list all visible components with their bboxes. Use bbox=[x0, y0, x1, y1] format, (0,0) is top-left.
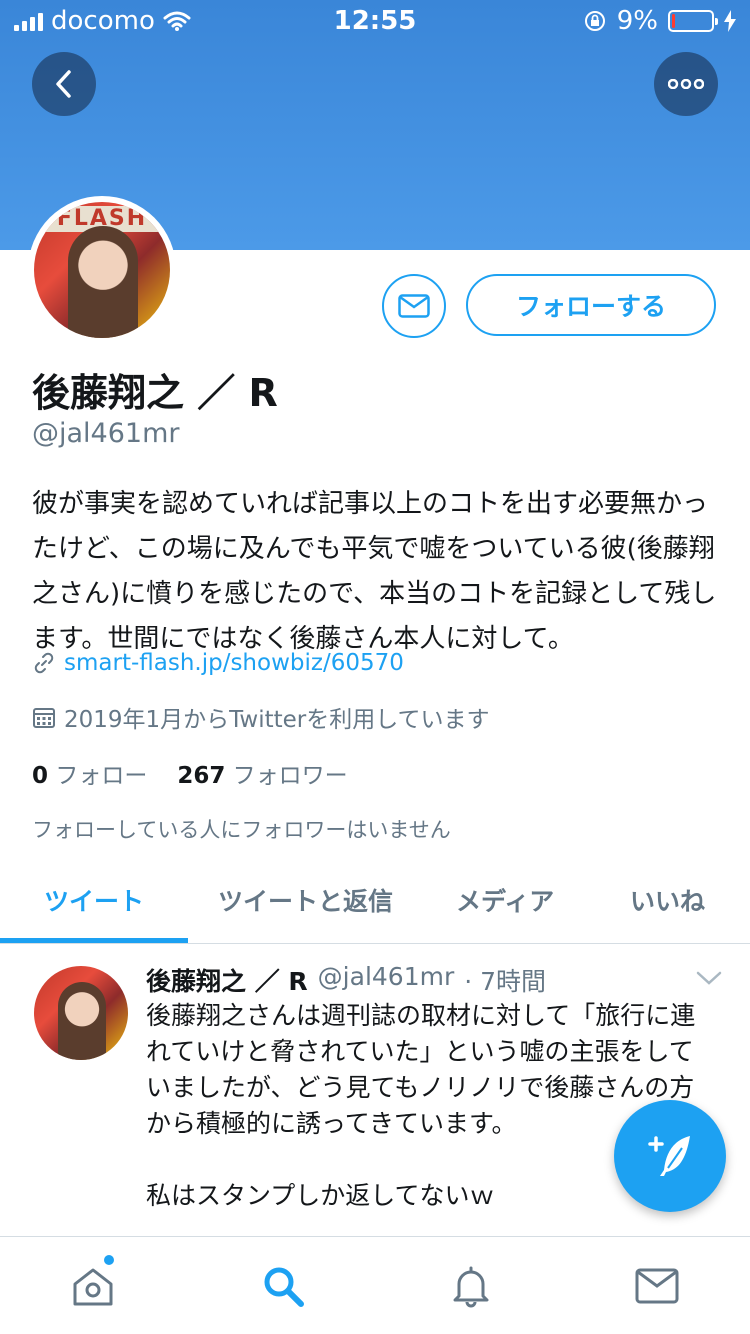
profile-tabs: ツイート ツイートと返信 メディア いいね bbox=[0, 858, 750, 944]
following-link[interactable]: 0 フォロー bbox=[32, 756, 147, 790]
tweet-timestamp: · 7時間 bbox=[464, 967, 547, 996]
battery-level bbox=[672, 14, 675, 28]
followers-you-know-note: フォローしている人にフォロワーはいません bbox=[32, 818, 451, 842]
tweet-header: 後藤翔之 ／ R @jal461mr · 7時間 bbox=[146, 962, 546, 998]
avatar-image: FLASH bbox=[34, 202, 170, 338]
follow-button[interactable]: フォローする bbox=[466, 274, 716, 336]
tweet-author-name[interactable]: 後藤翔之 ／ R bbox=[146, 962, 308, 998]
orientation-lock-icon bbox=[584, 11, 605, 31]
follow-counts: 0 フォロー 267 フォロワー bbox=[32, 756, 348, 790]
messages-envelope-icon bbox=[635, 1268, 679, 1304]
ellipsis-icon bbox=[668, 79, 704, 89]
profile-link[interactable]: smart-flash.jp/showbiz/60570 bbox=[64, 650, 404, 676]
more-options-button[interactable] bbox=[654, 52, 718, 116]
chevron-left-icon bbox=[56, 70, 71, 98]
nav-home[interactable] bbox=[68, 1261, 118, 1311]
back-button[interactable] bbox=[32, 52, 96, 116]
message-button[interactable] bbox=[382, 274, 446, 338]
following-count: 0 bbox=[32, 763, 49, 789]
home-icon bbox=[73, 1268, 113, 1306]
followers-link[interactable]: 267 フォロワー bbox=[177, 756, 347, 790]
battery-percent: 9% bbox=[616, 6, 658, 36]
tab-media[interactable]: メディア bbox=[456, 858, 554, 942]
profile-joined-date: 2019年1月からTwitterを利用しています bbox=[64, 707, 490, 733]
profile-name: 後藤翔之 ／ R bbox=[32, 371, 278, 415]
tweet-author-handle: @jal461mr bbox=[317, 962, 455, 991]
search-icon bbox=[264, 1267, 304, 1307]
tab-tweets-and-replies[interactable]: ツイートと返信 bbox=[218, 858, 393, 942]
profile-handle: @jal461mr bbox=[32, 418, 180, 449]
notifications-bell-icon bbox=[453, 1266, 489, 1308]
tweet-text: 後藤翔之さんは週刊誌の取材に対して「旅行に連れていけと脅されていた」という嘘の主… bbox=[146, 998, 706, 1250]
profile-link-row: smart-flash.jp/showbiz/60570 bbox=[32, 650, 404, 676]
tab-tweets[interactable]: ツイート bbox=[44, 858, 144, 942]
status-right: 9% bbox=[583, 6, 736, 36]
tab-likes[interactable]: いいね bbox=[630, 858, 705, 942]
chevron-down-icon[interactable] bbox=[696, 970, 722, 986]
charging-icon bbox=[724, 10, 736, 32]
nav-messages[interactable] bbox=[632, 1261, 682, 1311]
active-tab-indicator bbox=[0, 938, 188, 943]
nav-notifications[interactable] bbox=[446, 1261, 496, 1311]
compose-tweet-button[interactable] bbox=[614, 1100, 726, 1212]
envelope-icon bbox=[398, 294, 430, 318]
profile-bio: 彼が事実を認めていれば記事以上のコトを出す必要無かったけど、この場に及んでも平気… bbox=[32, 489, 717, 654]
compose-feather-icon bbox=[648, 1136, 690, 1176]
tweet-paragraph: 後藤翔之さんは週刊誌の取材に対して「旅行に連れていけと脅されていた」という嘘の主… bbox=[146, 1001, 696, 1138]
profile-joined-row: 2019年1月からTwitterを利用しています bbox=[32, 700, 490, 734]
followers-label: フォロワー bbox=[232, 763, 348, 789]
tweet-avatar[interactable] bbox=[34, 966, 128, 1060]
profile-avatar[interactable]: FLASH bbox=[28, 196, 176, 344]
following-label: フォロー bbox=[55, 763, 148, 789]
nav-search[interactable] bbox=[258, 1261, 308, 1311]
calendar-icon bbox=[33, 708, 55, 728]
battery-icon bbox=[668, 10, 718, 32]
followers-count: 267 bbox=[177, 763, 226, 789]
new-content-dot bbox=[104, 1255, 114, 1265]
link-icon bbox=[34, 652, 54, 674]
status-bar: docomo 12:55 9% bbox=[0, 0, 750, 40]
bottom-navigation bbox=[0, 1236, 750, 1334]
